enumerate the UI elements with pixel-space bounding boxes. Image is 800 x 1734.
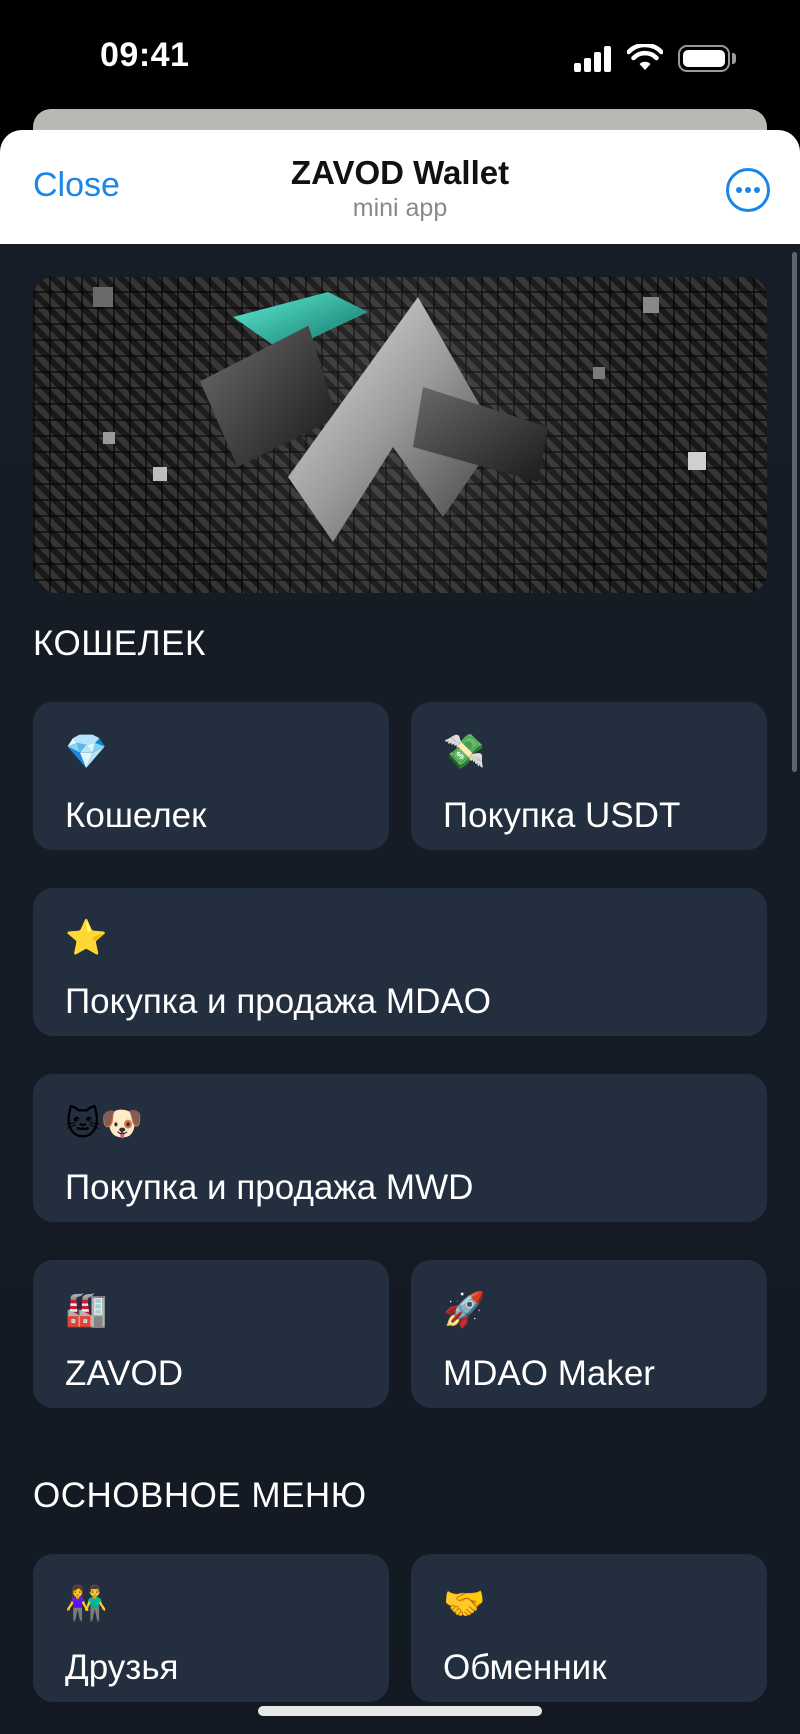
tile-label: Друзья: [65, 1648, 179, 1687]
money-with-wings-icon: 💸: [443, 732, 486, 772]
tile-buy-sell-mdao[interactable]: ⭐ Покупка и продажа MDAO: [33, 888, 767, 1036]
people-icon: 👫: [65, 1584, 108, 1624]
cat-dog-icon: 🐱🐶: [65, 1104, 143, 1144]
tile-label: Обменник: [443, 1648, 607, 1687]
section-title-main-menu: ОСНОВНОЕ МЕНЮ: [33, 1476, 367, 1515]
tile-buy-sell-mwd[interactable]: 🐱🐶 Покупка и продажа MWD: [33, 1074, 767, 1222]
app-subtitle: mini app: [352, 194, 448, 222]
section-title-wallet: КОШЕЛЕК: [33, 624, 206, 663]
tile-label: Покупка и продажа MWD: [65, 1168, 474, 1207]
status-time: 09:41: [100, 36, 190, 74]
battery-icon: [678, 45, 730, 72]
more-options-icon[interactable]: [726, 168, 770, 212]
factory-icon: 🏭: [65, 1290, 108, 1330]
tile-label: MDAO Maker: [443, 1354, 655, 1393]
main-content[interactable]: КОШЕЛЕК 💎 Кошелек 💸 Покупка USDT ⭐ Покуп…: [0, 244, 800, 1734]
rocket-icon: 🚀: [443, 1290, 486, 1330]
battery-cap: [732, 53, 736, 64]
banner-logo-image: [93, 287, 706, 542]
app-title: ZAVOD Wallet: [290, 154, 510, 191]
tile-label: Кошелек: [65, 796, 207, 835]
star-icon: ⭐: [65, 918, 108, 958]
tile-label: Покупка USDT: [443, 796, 681, 835]
mini-app-header: Close ZAVOD Wallet mini app: [0, 130, 800, 244]
tile-wallet[interactable]: 💎 Кошелек: [33, 702, 389, 850]
scrollbar[interactable]: [792, 252, 797, 772]
status-bar: 09:41: [0, 0, 800, 110]
home-indicator[interactable]: [258, 1706, 542, 1716]
tile-zavod[interactable]: 🏭 ZAVOD: [33, 1260, 389, 1408]
promo-banner[interactable]: [33, 277, 767, 593]
tile-buy-usdt[interactable]: 💸 Покупка USDT: [411, 702, 767, 850]
tile-exchanger[interactable]: 🤝 Обменник: [411, 1554, 767, 1702]
wifi-icon: [627, 44, 663, 70]
tile-mdao-maker[interactable]: 🚀 MDAO Maker: [411, 1260, 767, 1408]
handshake-icon: 🤝: [443, 1584, 486, 1624]
tile-label: ZAVOD: [65, 1354, 183, 1393]
tile-label: Покупка и продажа MDAO: [65, 982, 491, 1021]
gem-icon: 💎: [65, 732, 108, 772]
tile-friends[interactable]: 👫 Друзья: [33, 1554, 389, 1702]
cellular-signal-icon: [574, 46, 614, 72]
